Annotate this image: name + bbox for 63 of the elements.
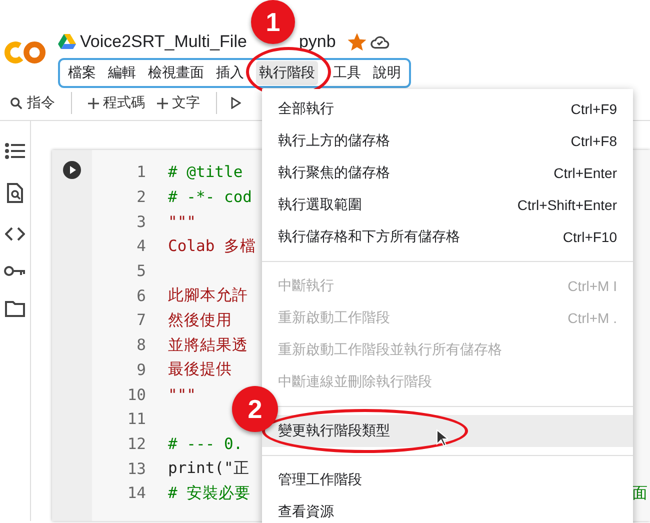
- line-number: 12: [126, 434, 146, 453]
- code-line: print("正: [168, 458, 250, 480]
- code-line: Colab 多檔: [168, 236, 256, 257]
- menu-bar-item[interactable]: 編輯: [105, 61, 139, 85]
- command-search-button[interactable]: 指令: [4, 90, 61, 116]
- line-number: 11: [126, 410, 146, 428]
- add-button[interactable]: 文字: [151, 90, 206, 116]
- cloud-icon[interactable]: [370, 34, 390, 50]
- line-number: 13: [126, 460, 146, 478]
- step-number-badge: 1: [250, 0, 295, 44]
- line-number: 5: [136, 262, 146, 280]
- star-icon[interactable]: [348, 33, 366, 51]
- code-line: 然後使用: [168, 310, 232, 331]
- drive-icon: [58, 34, 76, 50]
- line-number: 14: [126, 484, 146, 502]
- list-icon[interactable]: [5, 143, 25, 159]
- code-icon[interactable]: [5, 227, 25, 241]
- plus-icon: [157, 98, 168, 108]
- menu-item[interactable]: 查看資源: [262, 496, 633, 523]
- line-number: 10: [126, 386, 146, 404]
- code-line: # -*- cod: [168, 188, 252, 206]
- code-line: # @title: [168, 163, 243, 182]
- menu-item[interactable]: 全部執行 Ctrl+F9: [262, 93, 633, 125]
- line-number: 1: [136, 163, 146, 182]
- plus-icon: [88, 98, 99, 108]
- notebook-title[interactable]: Voice2SRT_Multi_File: [80, 32, 247, 52]
- mouse-cursor-icon: [436, 429, 448, 447]
- key-icon[interactable]: [4, 265, 26, 277]
- code-line: # --- 0.: [168, 434, 243, 453]
- code-line: 並將結果透: [168, 334, 248, 356]
- menu-bar-item[interactable]: 說明: [370, 61, 404, 85]
- line-number: 4: [136, 237, 146, 256]
- menu-item[interactable]: 執行儲存格和下方所有儲存格 Ctrl+F10: [262, 221, 633, 253]
- menu-bar-item[interactable]: 工具: [330, 61, 364, 85]
- line-number: 9: [136, 360, 146, 379]
- menu-bar-item[interactable]: 執行階段: [256, 61, 318, 85]
- folder-icon[interactable]: [5, 301, 25, 317]
- menu-bar-item[interactable]: 插入: [213, 61, 247, 85]
- play-icon[interactable]: [231, 97, 241, 109]
- code-line: 此腳本允許: [168, 285, 248, 306]
- menu-item[interactable]: 執行選取範圍 Ctrl+Shift+Enter: [262, 189, 633, 221]
- code-line: """: [168, 386, 196, 404]
- line-number: 8: [136, 336, 146, 354]
- line-number: 2: [136, 188, 146, 206]
- menu-item[interactable]: 變更執行階段類型: [262, 415, 633, 447]
- search-icon: [10, 96, 23, 110]
- code-line: 最後提供: [168, 359, 232, 380]
- run-cell-button[interactable]: [62, 160, 82, 180]
- line-number: 7: [136, 311, 146, 330]
- menu-item[interactable]: 管理工作階段: [262, 464, 633, 496]
- menu-bar-item[interactable]: 檔案: [65, 61, 99, 85]
- menu-bar-item[interactable]: 檢視畫面: [145, 61, 207, 85]
- code-line: """: [168, 212, 196, 231]
- line-number: 6: [136, 286, 146, 305]
- line-number: 3: [136, 212, 146, 231]
- code-line: 面: [632, 482, 648, 504]
- notebook-title[interactable]: pynb: [298, 32, 336, 52]
- menu-item[interactable]: 執行上方的儲存格 Ctrl+F8: [262, 125, 633, 157]
- menu-item[interactable]: 執行聚焦的儲存格 Ctrl+Enter: [262, 157, 633, 189]
- find-icon[interactable]: [7, 183, 23, 203]
- code-line: # 安裝必要: [168, 482, 251, 504]
- colab-logo-icon: [4, 40, 46, 65]
- add-button[interactable]: 程式碼: [82, 90, 151, 116]
